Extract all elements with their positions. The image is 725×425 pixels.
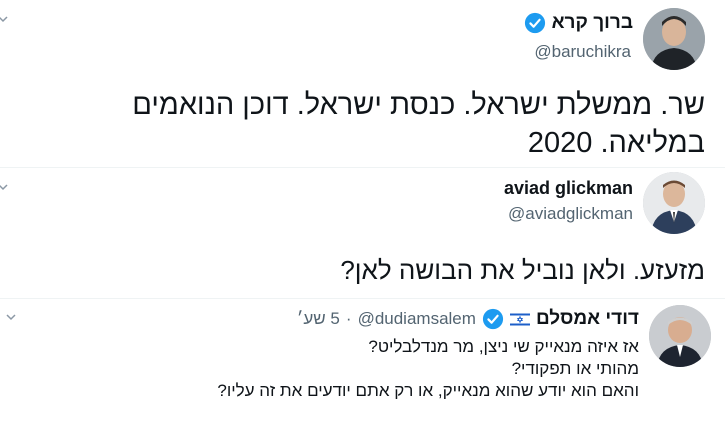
tweet-text: מזעזע. ולאן נוביל את הבושה לאן? bbox=[340, 255, 705, 285]
handle[interactable]: @baruchikra bbox=[534, 42, 631, 62]
israel-flag-icon bbox=[509, 311, 530, 327]
verified-badge-icon bbox=[524, 12, 545, 34]
handle[interactable]: @dudiamsalem bbox=[358, 309, 476, 329]
timestamp[interactable]: 5 שע׳ bbox=[297, 309, 340, 329]
tweet-line: מהותי או תפקודי? bbox=[511, 359, 639, 378]
chevron-down-icon[interactable] bbox=[0, 14, 8, 24]
avatar-photo bbox=[649, 305, 711, 367]
verified-badge-icon bbox=[482, 308, 504, 330]
tweet-line: אז איזה מנאייק שי ניצן, מר מנדלבליט? bbox=[368, 337, 639, 356]
chevron-down-icon[interactable] bbox=[0, 182, 8, 192]
avatar[interactable] bbox=[643, 172, 705, 234]
display-name[interactable]: aviad glickman bbox=[504, 178, 633, 199]
separator-dot: · bbox=[345, 309, 352, 328]
avatar[interactable] bbox=[649, 305, 711, 367]
tweet-body: אז איזה מנאייק שי ניצן, מר מנדלבליט? מהו… bbox=[79, 336, 639, 402]
avatar-photo bbox=[643, 172, 705, 234]
display-name[interactable]: ברוך קרא bbox=[552, 12, 633, 34]
tweet-line: והאם הוא יודע שהוא מנאייק, או רק אתם יוד… bbox=[217, 381, 639, 400]
handle[interactable]: @aviadglickman bbox=[508, 204, 633, 224]
display-name[interactable]: דודי אמסלם bbox=[536, 308, 639, 330]
avatar[interactable] bbox=[643, 8, 705, 70]
avatar-photo bbox=[643, 8, 705, 70]
tweet-text: שר. ממשלת ישראל. כנסת ישראל. דוכן הנואמי… bbox=[132, 89, 705, 159]
divider bbox=[0, 298, 725, 299]
chevron-down-icon[interactable] bbox=[6, 312, 16, 322]
divider bbox=[0, 167, 725, 168]
